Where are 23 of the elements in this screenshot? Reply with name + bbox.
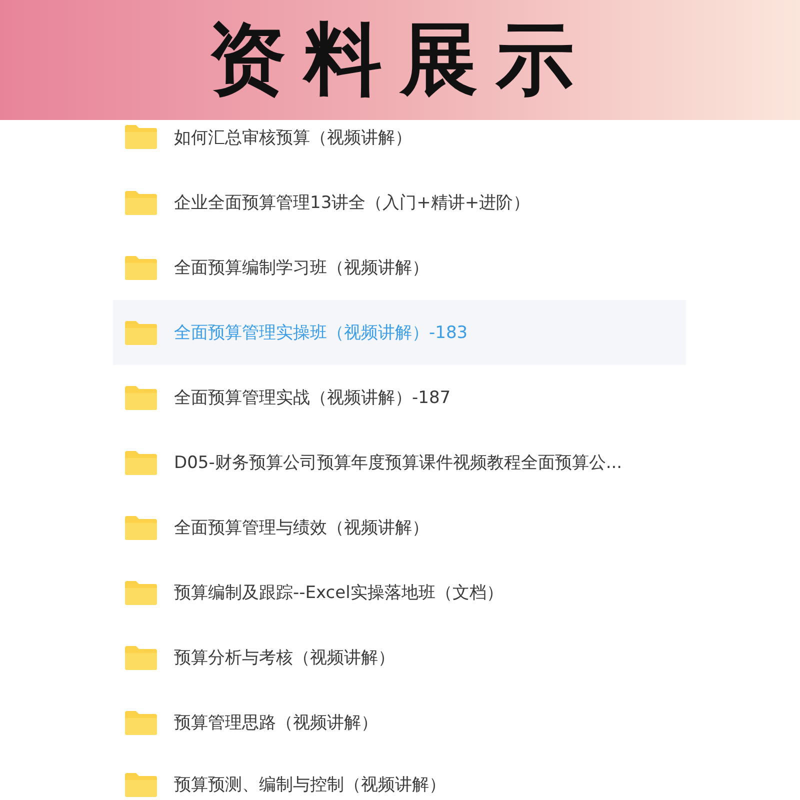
folder-icon [124,450,158,476]
folder-icon [124,644,158,670]
folder-name: 全面预算管理实操班（视频讲解）-183 [174,322,468,344]
folder-name: 企业全面预算管理13讲全（入门+精讲+进阶） [174,192,530,214]
folder-icon [124,384,158,410]
folder-name: 全面预算编制学习班（视频讲解） [174,257,429,279]
folder-icon [124,190,158,216]
banner-title: 资料展示 [208,21,592,99]
folder-name: 预算预测、编制与控制（视频讲解） [174,774,446,796]
folder-icon [124,254,158,280]
folder-name: 如何汇总审核预算（视频讲解） [174,126,412,148]
folder-name: 全面预算管理与绩效（视频讲解） [174,517,429,539]
folder-icon [124,580,158,606]
folder-name: 预算编制及跟踪--Excel实操落地班（文档） [174,582,504,604]
folder-icon [124,320,158,346]
folder-name: 预算管理思路（视频讲解） [174,712,378,734]
folder-name: D05-财务预算公司预算年度预算课件视频教程全面预算公... [174,452,622,474]
folder-icon [124,124,158,150]
folder-icon [124,514,158,540]
folder-icon [124,710,158,736]
folder-icon [124,772,158,798]
folder-name: 全面预算管理实战（视频讲解）-187 [174,387,451,409]
folder-name: 预算分析与考核（视频讲解） [174,647,395,669]
